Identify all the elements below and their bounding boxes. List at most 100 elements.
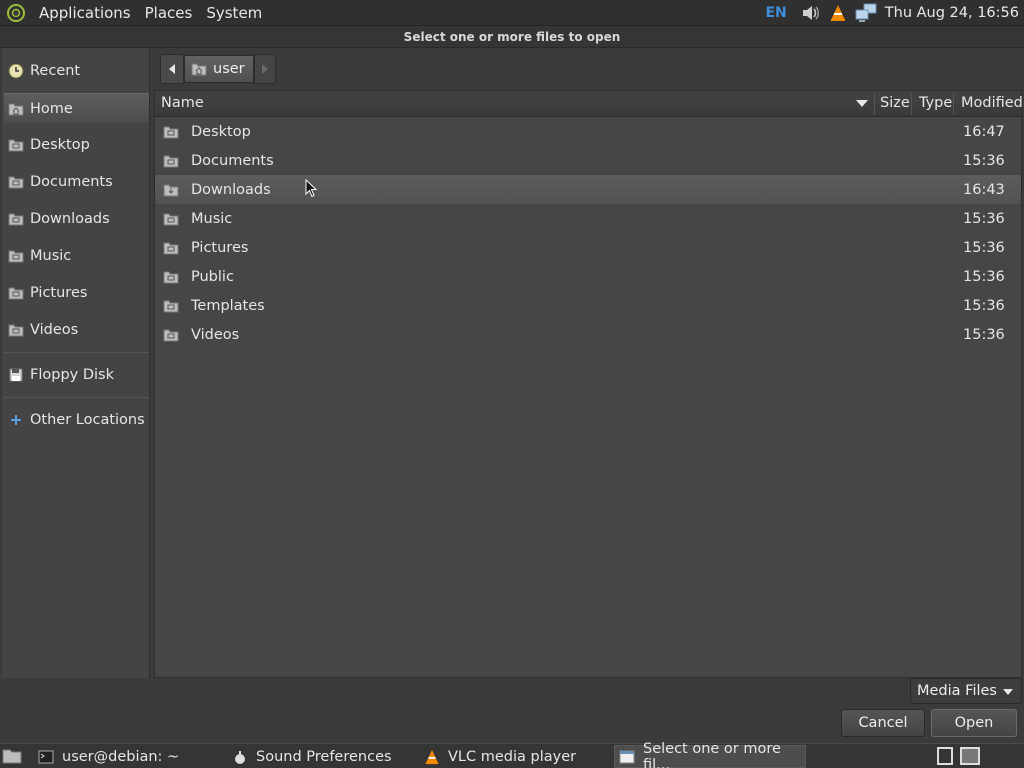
file-modified: 15:36 (963, 268, 1005, 285)
file-list: Name Size Type Modified Desktop 16:47 Do… (154, 90, 1023, 678)
file-filter-dropdown[interactable]: Media Files (910, 678, 1022, 704)
recent-icon (8, 63, 24, 79)
path-forward-button[interactable] (253, 54, 276, 84)
places-sidebar: Recent Home Desktop Documents Downloads … (2, 48, 150, 678)
folder-icon (8, 211, 24, 227)
column-header-size[interactable]: Size (880, 91, 910, 117)
sidebar-item-home[interactable]: Home (4, 93, 149, 123)
sidebar-item-label: Videos (30, 322, 79, 338)
folder-icon (163, 213, 179, 226)
file-modified: 16:47 (963, 123, 1005, 140)
sidebar-item-label: Recent (30, 63, 81, 79)
sidebar-item-recent[interactable]: Recent (4, 56, 149, 86)
file-modified: 15:36 (963, 326, 1005, 343)
task-label: Sound Preferences (256, 748, 392, 765)
chevron-right-icon (261, 64, 268, 74)
sidebar-item-floppy-disk[interactable]: Floppy Disk (4, 360, 149, 390)
network-icon[interactable] (855, 2, 877, 24)
keyboard-layout-indicator[interactable]: EN (765, 5, 786, 21)
folder-icon (163, 242, 179, 255)
task-file-chooser[interactable]: Select one or more fil... (614, 741, 806, 768)
column-separator (953, 93, 954, 115)
cancel-button[interactable]: Cancel (841, 709, 925, 737)
file-row-desktop[interactable]: Desktop 16:47 (155, 117, 1021, 146)
sidebar-item-label: Floppy Disk (30, 367, 114, 383)
column-separator (874, 93, 875, 115)
volume-icon[interactable] (799, 2, 821, 24)
debian-logo-icon[interactable] (6, 3, 26, 23)
sidebar-item-label: Other Locations (30, 412, 145, 428)
file-row-templates[interactable]: Templates 15:36 (155, 291, 1021, 320)
file-name: Music (191, 210, 233, 227)
file-modified: 15:36 (963, 297, 1005, 314)
folder-icon (8, 322, 24, 338)
file-row-documents[interactable]: Documents 15:36 (155, 146, 1021, 175)
path-back-button[interactable] (160, 54, 184, 84)
workspace-2[interactable] (960, 747, 980, 765)
panel-menu-bar: Applications Places System (0, 0, 269, 26)
column-separator (911, 93, 912, 115)
file-row-videos[interactable]: Videos 15:36 (155, 320, 1021, 349)
folder-icon (163, 329, 179, 342)
plus-icon (8, 412, 24, 428)
folder-icon (8, 174, 24, 190)
file-modified: 15:36 (963, 152, 1005, 169)
column-header-modified[interactable]: Modified (961, 91, 1023, 117)
bottom-taskbar: user@debian: ~ Sound Preferences VLC med… (0, 741, 1024, 768)
dialog-title: Select one or more files to open (0, 26, 1024, 48)
top-panel: Applications Places System EN Thu Aug 24… (0, 0, 1024, 26)
sidebar-item-other-locations[interactable]: Other Locations (4, 405, 149, 435)
file-modified: 16:43 (963, 181, 1005, 198)
file-row-public[interactable]: Public 15:36 (155, 262, 1021, 291)
folder-icon (8, 137, 24, 153)
column-header-name[interactable]: Name (161, 91, 204, 117)
terminal-icon (38, 749, 54, 765)
sidebar-item-documents[interactable]: Documents (4, 167, 149, 197)
folder-icon (8, 285, 24, 301)
chevron-left-icon (169, 64, 175, 74)
folder-icon (163, 184, 179, 197)
floppy-icon (8, 367, 24, 383)
workspace-1[interactable] (937, 747, 953, 765)
file-name: Templates (191, 297, 265, 314)
path-crumb-user[interactable]: user (184, 55, 254, 83)
task-terminal[interactable]: user@debian: ~ (38, 745, 179, 768)
file-row-downloads[interactable]: Downloads 16:43 (155, 175, 1021, 204)
sidebar-item-pictures[interactable]: Pictures (4, 278, 149, 308)
vlc-icon[interactable] (827, 2, 849, 24)
file-name: Downloads (191, 181, 271, 198)
file-name: Desktop (191, 123, 251, 140)
file-name: Public (191, 268, 234, 285)
menu-system[interactable]: System (199, 0, 269, 26)
show-desktop-icon[interactable] (2, 746, 22, 766)
task-sound-preferences[interactable]: Sound Preferences (232, 745, 392, 768)
sidebar-item-desktop[interactable]: Desktop (4, 130, 149, 160)
menu-places[interactable]: Places (138, 0, 200, 26)
task-label: VLC media player (448, 748, 577, 765)
sidebar-item-music[interactable]: Music (4, 241, 149, 271)
open-button[interactable]: Open (931, 709, 1017, 737)
sidebar-item-label: Documents (30, 174, 113, 190)
file-row-music[interactable]: Music 15:36 (155, 204, 1021, 233)
sidebar-separator (4, 397, 149, 398)
sort-descending-icon[interactable] (856, 100, 868, 107)
vlc-icon (424, 749, 440, 765)
task-label: user@debian: ~ (62, 748, 180, 765)
sidebar-item-label: Downloads (30, 211, 110, 227)
task-vlc[interactable]: VLC media player (424, 745, 576, 768)
window-icon (619, 749, 635, 765)
column-header-type[interactable]: Type (919, 91, 952, 117)
sidebar-item-label: Pictures (30, 285, 88, 301)
sidebar-item-label: Music (30, 248, 72, 264)
panel-clock[interactable]: Thu Aug 24, 16:56 (885, 5, 1019, 21)
task-label: Select one or more fil... (643, 740, 781, 768)
sidebar-item-label: Home (30, 100, 73, 117)
sidebar-item-videos[interactable]: Videos (4, 315, 149, 345)
file-name: Pictures (191, 239, 249, 256)
file-list-header: Name Size Type Modified (155, 91, 1023, 117)
menu-applications[interactable]: Applications (32, 0, 138, 26)
file-modified: 15:36 (963, 239, 1005, 256)
sidebar-item-label: Desktop (30, 137, 90, 153)
sidebar-item-downloads[interactable]: Downloads (4, 204, 149, 234)
file-row-pictures[interactable]: Pictures 15:36 (155, 233, 1021, 262)
